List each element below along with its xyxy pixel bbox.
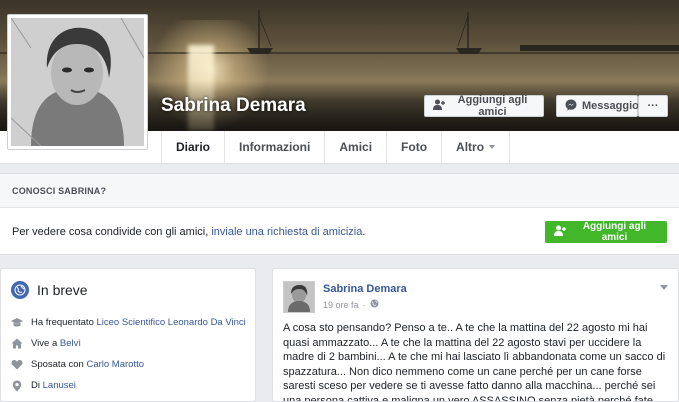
- intro-title: In breve: [11, 281, 88, 299]
- intro-item-prefix: Ha frequentato: [31, 317, 97, 328]
- post-author-name[interactable]: Sabrina Demara: [323, 283, 407, 295]
- tab-label: Informazioni: [239, 140, 311, 154]
- profile-picture[interactable]: [7, 14, 148, 150]
- cover-jetty: [520, 45, 679, 51]
- heart-icon: [11, 359, 23, 374]
- know-text-before: Per vedere cosa condivide con gli amici,: [12, 225, 212, 238]
- intro-item-text: Vive a Belvì: [31, 338, 81, 353]
- know-panel-body: Per vedere cosa condivide con gli amici,…: [0, 208, 679, 255]
- add-friend-green-button[interactable]: Aggiungi agli amici: [545, 220, 667, 243]
- know-panel-text: Per vedere cosa condivide con gli amici,…: [12, 226, 365, 238]
- caret-down-icon: [489, 145, 496, 149]
- hometown-link[interactable]: Lanusei: [43, 380, 76, 391]
- tab-amici[interactable]: Amici: [324, 131, 386, 163]
- tab-label: Altro: [456, 140, 485, 154]
- spouse-link[interactable]: Carlo Marotto: [86, 359, 144, 370]
- messenger-icon: [565, 99, 577, 114]
- message-button[interactable]: Messaggio: [556, 95, 639, 117]
- add-friend-icon: [554, 225, 566, 239]
- intro-item-education: Ha frequentato Liceo Scientifico Leonard…: [11, 317, 247, 332]
- add-friend-label: Aggiungi agli amici: [457, 94, 528, 118]
- sailboat-icon: [452, 10, 486, 56]
- tab-label: Foto: [401, 140, 428, 154]
- profile-picture-image: [11, 18, 144, 146]
- globe-icon: [11, 281, 29, 299]
- location-pin-icon: [11, 380, 23, 396]
- tab-label: Amici: [339, 140, 373, 154]
- post-options-chevron-icon[interactable]: [660, 285, 668, 290]
- graduation-cap-icon: [11, 317, 23, 332]
- education-link[interactable]: Liceo Scientifico Leonardo Da Vinci: [97, 317, 246, 328]
- tab-informazioni[interactable]: Informazioni: [224, 131, 324, 163]
- tab-foto[interactable]: Foto: [386, 131, 441, 163]
- tab-diario[interactable]: Diario: [161, 131, 224, 163]
- friend-request-link[interactable]: inviale una richiesta di amicizia: [211, 226, 362, 238]
- add-friend-button[interactable]: Aggiungi agli amici: [424, 94, 544, 118]
- post-text: A cosa sto pensando? Penso a te.. A te c…: [283, 322, 666, 402]
- know-person-panel: CONOSCI SABRINA? Per vedere cosa condivi…: [0, 173, 679, 255]
- profile-tabs: Diario Informazioni Amici Foto Altro: [161, 131, 511, 163]
- sailboat-icon: [243, 8, 277, 56]
- know-text-after: .: [362, 225, 366, 238]
- post-timestamp[interactable]: 19 ore fa: [323, 300, 359, 310]
- add-friend-green-label: Aggiungi agli amici: [582, 220, 647, 243]
- timeline-post: Sabrina Demara 19 ore fa · A cosa sto pe…: [272, 268, 679, 402]
- privacy-public-icon[interactable]: [370, 299, 379, 310]
- intro-item-text: Di Lanusei: [31, 380, 76, 396]
- intro-item-text: Sposata con Carlo Marotto: [31, 359, 144, 374]
- intro-item-prefix: Sposata con: [31, 359, 87, 370]
- message-label: Messaggio: [582, 100, 639, 112]
- post-meta: 19 ore fa ·: [323, 299, 379, 310]
- lives-link[interactable]: Belvì: [60, 338, 81, 349]
- home-icon: [11, 338, 23, 353]
- post-meta-separator: ·: [362, 299, 366, 310]
- intro-item-text: Ha frequentato Liceo Scientifico Leonard…: [31, 317, 246, 332]
- intro-item-prefix: Di: [31, 380, 43, 391]
- intro-item-relationship: Sposata con Carlo Marotto: [11, 359, 247, 374]
- intro-item-prefix: Vive a: [31, 338, 60, 349]
- intro-card: In breve Ha frequentato Liceo Scientific…: [0, 268, 256, 402]
- intro-title-text: In breve: [37, 282, 88, 298]
- more-options-button[interactable]: ···: [638, 95, 668, 117]
- intro-item-lives: Vive a Belvì: [11, 338, 247, 353]
- more-dots-icon: ···: [647, 100, 659, 112]
- post-author-avatar[interactable]: [283, 281, 315, 313]
- add-friend-icon: [433, 99, 445, 113]
- intro-item-from: Di Lanusei: [11, 380, 247, 396]
- tab-altro[interactable]: Altro: [441, 131, 511, 163]
- intro-list: Ha frequentato Liceo Scientifico Leonard…: [11, 317, 247, 402]
- profile-name[interactable]: Sabrina Demara: [161, 95, 306, 117]
- tab-label: Diario: [176, 140, 211, 154]
- know-panel-header: CONOSCI SABRINA?: [0, 174, 679, 208]
